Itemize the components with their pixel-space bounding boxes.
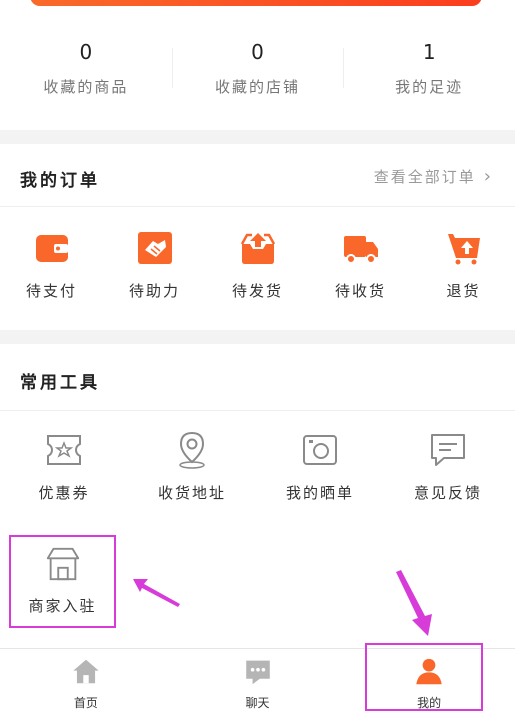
chevron-right-icon: ›	[483, 166, 493, 187]
stat-value: 1	[422, 40, 436, 64]
order-label: 待支付	[25, 282, 77, 300]
tool-label: 优惠券	[38, 484, 90, 502]
annotation-highlight-box	[365, 643, 483, 711]
divider	[0, 206, 515, 207]
tool-label: 收货地址	[157, 484, 226, 502]
stat-value: 0	[251, 40, 264, 64]
tool-label: 意见反馈	[413, 484, 482, 502]
chat-icon	[245, 660, 270, 685]
stat-footprint[interactable]: 1 我的足迹	[343, 30, 515, 122]
tab-label: 聊天	[245, 696, 270, 710]
handshake-icon	[137, 232, 172, 264]
shop-icon	[46, 547, 79, 581]
truck-icon	[343, 236, 378, 264]
header-gradient-bar	[30, 0, 482, 6]
tool-feedback[interactable]: 意见反馈	[384, 430, 512, 503]
order-label: 待发货	[231, 282, 283, 300]
section-gap	[0, 330, 515, 344]
tool-shipping-address[interactable]: 收货地址	[128, 430, 256, 503]
tools-row: 优惠券 收货地址 我的晒单 意见反馈	[0, 430, 515, 503]
tool-coupon[interactable]: 优惠券	[0, 430, 128, 503]
wallet-icon	[35, 235, 68, 262]
order-pending-receipt[interactable]: 待收货	[309, 230, 412, 310]
order-pending-boost[interactable]: 待助力	[103, 230, 206, 310]
chat-feedback-icon	[431, 434, 465, 466]
stat-label: 收藏的商品	[43, 78, 129, 96]
tab-home[interactable]: 首页	[0, 649, 172, 711]
order-pending-shipment[interactable]: 待发货	[206, 230, 309, 310]
see-all-orders-link[interactable]: 查看全部订单 ›	[374, 166, 493, 187]
tool-label: 商家入驻	[28, 597, 97, 615]
order-pending-payment[interactable]: 待支付	[0, 230, 103, 310]
tab-label: 首页	[73, 696, 98, 710]
order-label: 退货	[446, 282, 481, 300]
section-gap	[0, 130, 515, 144]
stat-favorite-shops[interactable]: 0 收藏的店铺	[171, 30, 344, 122]
annotation-arrow-down	[396, 570, 432, 636]
see-all-label: 查看全部订单	[373, 168, 476, 186]
tab-chat[interactable]: 聊天	[172, 649, 344, 711]
location-pin-icon	[179, 431, 205, 469]
stat-label: 收藏的店铺	[215, 78, 301, 96]
order-label: 待助力	[128, 282, 180, 300]
return-cart-icon	[447, 234, 480, 265]
camera-icon	[303, 435, 337, 465]
tool-my-reviews[interactable]: 我的晒单	[256, 430, 384, 503]
divider	[0, 410, 515, 411]
order-label: 待收货	[334, 282, 386, 300]
orders-title: 我的订单	[20, 171, 100, 191]
home-icon	[73, 659, 99, 684]
tools-title: 常用工具	[20, 373, 100, 393]
tool-label: 我的晒单	[285, 484, 354, 502]
stat-value: 0	[79, 40, 93, 64]
stats-row: 0 收藏的商品 0 收藏的店铺 1 我的足迹	[0, 30, 515, 122]
tool-merchant-entry[interactable]: 商家入驻	[9, 535, 116, 628]
stat-favorite-goods[interactable]: 0 收藏的商品	[0, 30, 172, 122]
stat-label: 我的足迹	[395, 78, 464, 96]
coupon-icon	[47, 435, 81, 465]
order-return[interactable]: 退货	[412, 230, 515, 310]
box-upload-icon	[240, 233, 275, 264]
annotation-arrow-left	[133, 579, 180, 607]
order-status-row: 待支付 待助力 待发货 待收货 退货	[0, 230, 515, 310]
